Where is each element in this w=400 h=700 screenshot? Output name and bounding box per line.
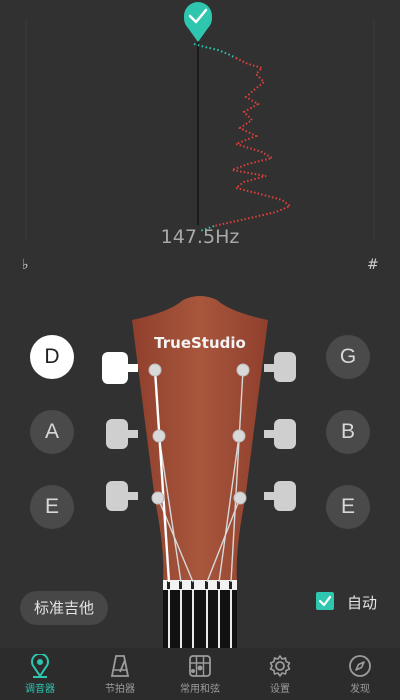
gear-icon (269, 655, 291, 677)
right-tuning-pegs (264, 352, 296, 511)
compass-icon (349, 655, 371, 677)
flat-symbol: ♭ (22, 257, 29, 273)
sharp-symbol: # (367, 257, 379, 273)
peg-right-1 (264, 352, 296, 382)
nav-label-chords: 常用和弦 (180, 684, 220, 695)
nav-label-metronome: 节拍器 (105, 684, 135, 695)
nav-settings[interactable]: 设置 (240, 648, 320, 700)
in-tune-marker (184, 2, 212, 42)
tuner-pin-icon (31, 654, 49, 678)
peg-left-3 (106, 481, 138, 511)
checkmark-icon (318, 595, 332, 607)
nav-label-settings: 设置 (270, 684, 290, 695)
string-button-b[interactable]: B (326, 410, 370, 454)
nav-tuner[interactable]: 调音器 (0, 648, 80, 700)
nav-label-tuner: 调音器 (25, 684, 55, 695)
string-button-d[interactable]: D (30, 335, 74, 379)
metronome-icon (110, 655, 130, 677)
tuning-preset-button[interactable]: 标准吉他 (20, 591, 108, 625)
pitch-trace (213, 57, 292, 227)
peg-right-3 (264, 481, 296, 511)
peg-left-1 (102, 352, 138, 384)
left-tuning-pegs (102, 352, 138, 511)
in-tune-trace (193, 43, 237, 59)
headstock-brand: TrueStudio (154, 334, 246, 352)
fretboard (163, 590, 237, 650)
bottom-nav: 调音器 节拍器 常用和弦 设置 发现 (0, 648, 400, 700)
peg-right-2 (264, 419, 296, 449)
tuner-display: 147.5Hz ♭ # (0, 0, 400, 285)
string-button-high-e[interactable]: E (326, 485, 370, 529)
nav-chords[interactable]: 常用和弦 (160, 648, 240, 700)
string-button-g[interactable]: G (326, 335, 370, 379)
string-button-low-e[interactable]: E (30, 485, 74, 529)
chord-grid-icon (189, 655, 211, 677)
nut (163, 580, 237, 590)
auto-label: 自动 (347, 594, 378, 612)
auto-checkbox[interactable] (316, 592, 334, 610)
nav-metronome[interactable]: 节拍器 (80, 648, 160, 700)
string-button-a[interactable]: A (30, 410, 74, 454)
nav-label-discover: 发现 (350, 684, 370, 695)
peg-left-2 (106, 419, 138, 449)
frequency-readout: 147.5Hz (160, 226, 240, 248)
nav-discover[interactable]: 发现 (320, 648, 400, 700)
